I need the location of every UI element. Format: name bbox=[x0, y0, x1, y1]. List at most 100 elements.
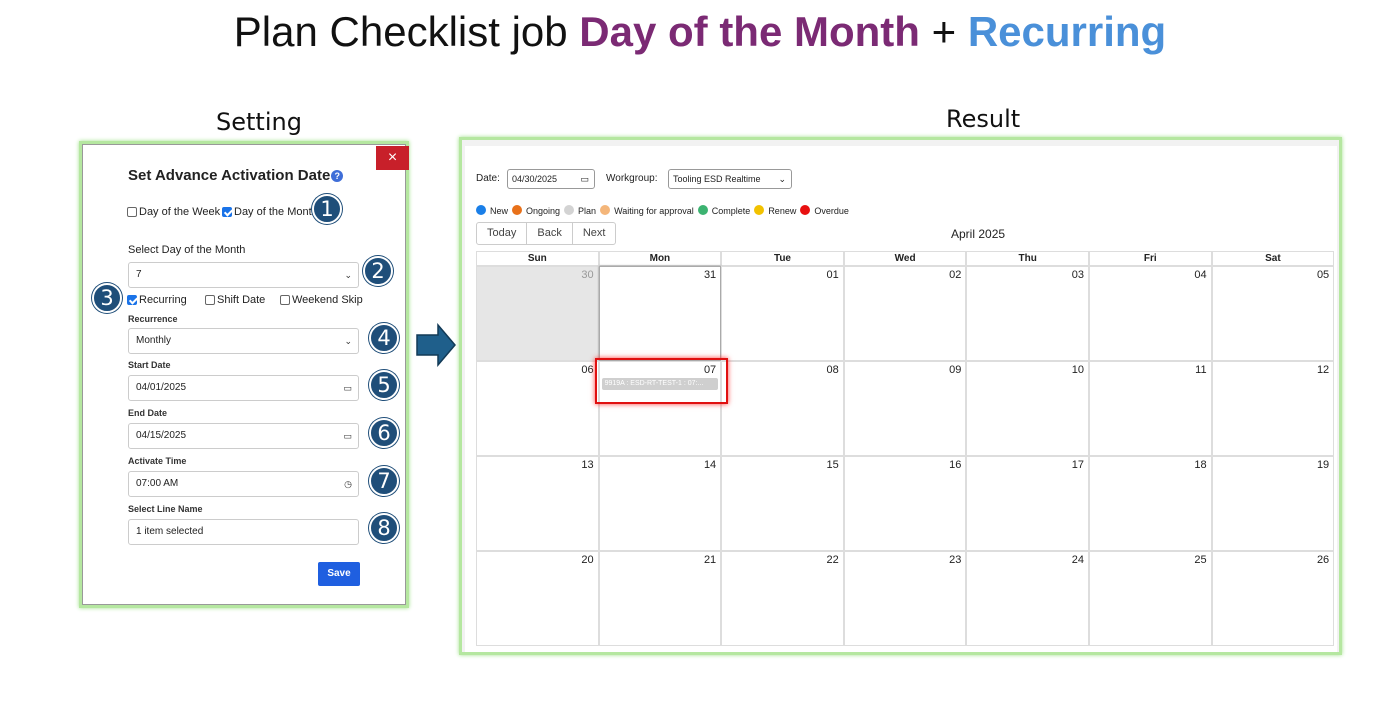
calendar-day-cell[interactable]: 25 bbox=[1089, 551, 1212, 646]
weekday-header: Thu bbox=[966, 251, 1089, 266]
checkbox-day-of-month[interactable]: Day of the Month bbox=[222, 206, 318, 218]
arrow-right-icon bbox=[416, 323, 456, 367]
calendar-day-cell[interactable]: 19 bbox=[1211, 456, 1335, 551]
calendar-day-cell[interactable]: 03 bbox=[966, 266, 1089, 361]
calendar-day-cell[interactable]: 18 bbox=[1089, 456, 1212, 551]
calendar-day-cell[interactable]: 31 bbox=[598, 266, 722, 361]
title-joiner: + bbox=[919, 8, 968, 55]
calendar-icon[interactable]: ▭ bbox=[580, 170, 589, 188]
clock-icon[interactable]: ◷ bbox=[344, 472, 352, 496]
calendar-day-cell[interactable]: 06 bbox=[476, 361, 599, 456]
calendar-day-cell[interactable]: 09 bbox=[843, 361, 967, 456]
day-number: 03 bbox=[1071, 269, 1084, 281]
calendar-day-cell[interactable]: 22 bbox=[721, 551, 844, 646]
checkbox-weekend-skip[interactable]: Weekend Skip bbox=[280, 294, 363, 306]
calendar-day-cell[interactable]: 05 bbox=[1211, 266, 1335, 361]
legend-item-complete: Complete bbox=[697, 205, 750, 216]
calendar-icon[interactable]: ▭ bbox=[343, 376, 352, 400]
calendar-day-cell[interactable]: 16 bbox=[843, 456, 967, 551]
title-prefix: Plan Checklist job bbox=[233, 8, 580, 55]
day-number: 20 bbox=[581, 554, 594, 566]
today-button[interactable]: Today bbox=[477, 223, 528, 244]
calendar-day-cell[interactable]: 26 bbox=[1211, 551, 1335, 646]
calendar-day-cell[interactable]: 11 bbox=[1089, 361, 1212, 456]
calendar-day-cell[interactable]: 24 bbox=[966, 551, 1089, 646]
workgroup-select[interactable]: Tooling ESD Realtime ⌄ bbox=[668, 169, 792, 189]
day-number: 15 bbox=[826, 459, 839, 471]
checkbox-day-of-week[interactable]: Day of the Week bbox=[127, 206, 220, 218]
start-date-value: 04/01/2025 bbox=[136, 382, 187, 393]
legend-item-new: New bbox=[476, 205, 508, 216]
calendar-icon[interactable]: ▭ bbox=[343, 424, 352, 448]
calendar-day-cell[interactable]: 20 bbox=[476, 551, 599, 646]
legend-label: Overdue bbox=[814, 206, 849, 216]
legend-item-ongoing: Ongoing bbox=[512, 205, 560, 216]
checkbox-day-of-week-box[interactable] bbox=[127, 207, 137, 218]
checkbox-day-of-month-label: Day of the Month bbox=[234, 206, 318, 219]
calendar-day-cell[interactable]: 04 bbox=[1089, 266, 1212, 361]
checkbox-recurring-box[interactable] bbox=[127, 295, 137, 306]
checkbox-day-of-month-box[interactable] bbox=[222, 207, 232, 218]
calendar-day-cell[interactable]: 13 bbox=[476, 456, 599, 551]
date-input[interactable]: 04/30/2025 ▭ bbox=[507, 169, 595, 189]
day-number: 06 bbox=[581, 364, 594, 376]
checkbox-recurring[interactable]: Recurring bbox=[127, 294, 187, 306]
day-number: 25 bbox=[1194, 554, 1207, 566]
modal-title-text: Set Advance Activation Date bbox=[128, 167, 331, 184]
calendar-day-cell[interactable]: 10 bbox=[966, 361, 1089, 456]
calendar-day-cell[interactable]: 01 bbox=[721, 266, 844, 361]
start-date-input[interactable]: 04/01/2025 ▭ bbox=[128, 375, 359, 401]
recurrence-select[interactable]: Monthly ⌄ bbox=[128, 328, 359, 354]
step-badge-8: 8 bbox=[369, 513, 399, 543]
day-number: 01 bbox=[826, 269, 839, 281]
setting-panel: × Set Advance Activation Date? Day of th… bbox=[79, 141, 409, 608]
calendar-day-cell[interactable]: 14 bbox=[598, 456, 722, 551]
activate-time-input[interactable]: 07:00 AM ◷ bbox=[128, 471, 359, 497]
calendar-day-cell[interactable]: 15 bbox=[721, 456, 844, 551]
save-button[interactable]: Save bbox=[318, 562, 360, 586]
next-button[interactable]: Next bbox=[573, 223, 616, 244]
step-badge-2: 2 bbox=[363, 256, 393, 286]
checkbox-recurring-label: Recurring bbox=[139, 294, 187, 307]
close-button[interactable]: × bbox=[376, 146, 409, 170]
date-label: Date: bbox=[476, 173, 500, 184]
checkbox-shift-date[interactable]: Shift Date bbox=[205, 294, 265, 306]
status-dot-icon bbox=[600, 205, 611, 215]
start-date-label: Start Date bbox=[128, 360, 171, 370]
calendar-day-cell[interactable]: 21 bbox=[598, 551, 722, 646]
activate-time-value: 07:00 AM bbox=[136, 478, 179, 489]
title-highlight-recurring: Recurring bbox=[967, 8, 1167, 55]
day-number: 17 bbox=[1071, 459, 1084, 471]
calendar-day-cell[interactable]: 02 bbox=[843, 266, 967, 361]
day-number: 05 bbox=[1316, 269, 1330, 281]
calendar-day-cell[interactable]: 23 bbox=[843, 551, 967, 646]
calendar-day-cell[interactable]: 17 bbox=[966, 456, 1089, 551]
line-name-select[interactable]: 1 item selected bbox=[128, 519, 359, 545]
recurrence-value: Monthly bbox=[136, 335, 172, 346]
line-name-value: 1 item selected bbox=[136, 526, 204, 537]
back-button[interactable]: Back bbox=[527, 223, 573, 244]
day-of-month-select[interactable]: 7 ⌄ bbox=[128, 262, 359, 288]
checkbox-shift-date-box[interactable] bbox=[205, 295, 215, 306]
step-badge-1: 1 bbox=[312, 194, 342, 224]
legend-item-waiting-for-approval: Waiting for approval bbox=[600, 205, 694, 216]
day-number: 21 bbox=[703, 554, 717, 566]
legend-item-plan: Plan bbox=[564, 205, 596, 216]
end-date-input[interactable]: 04/15/2025 ▭ bbox=[128, 423, 359, 449]
checkbox-weekend-skip-box[interactable] bbox=[280, 295, 290, 306]
calendar-day-cell[interactable]: 08 bbox=[721, 361, 844, 456]
calendar-day-cell[interactable]: 30 bbox=[476, 266, 599, 361]
calendar-nav: Today Back Next bbox=[476, 222, 617, 245]
day-number: 16 bbox=[949, 459, 962, 471]
end-date-value: 04/15/2025 bbox=[136, 430, 187, 441]
day-number: 08 bbox=[826, 364, 839, 376]
calendar-day-cell[interactable]: 12 bbox=[1211, 361, 1335, 456]
day-number: 31 bbox=[703, 269, 717, 281]
date-input-value: 04/30/2025 bbox=[512, 174, 558, 184]
day-number: 13 bbox=[581, 459, 594, 471]
step-badge-4: 4 bbox=[369, 323, 399, 353]
day-number: 18 bbox=[1194, 459, 1207, 471]
status-dot-icon bbox=[512, 205, 523, 215]
recurrence-label: Recurrence bbox=[128, 314, 178, 324]
help-icon[interactable]: ? bbox=[331, 170, 344, 183]
